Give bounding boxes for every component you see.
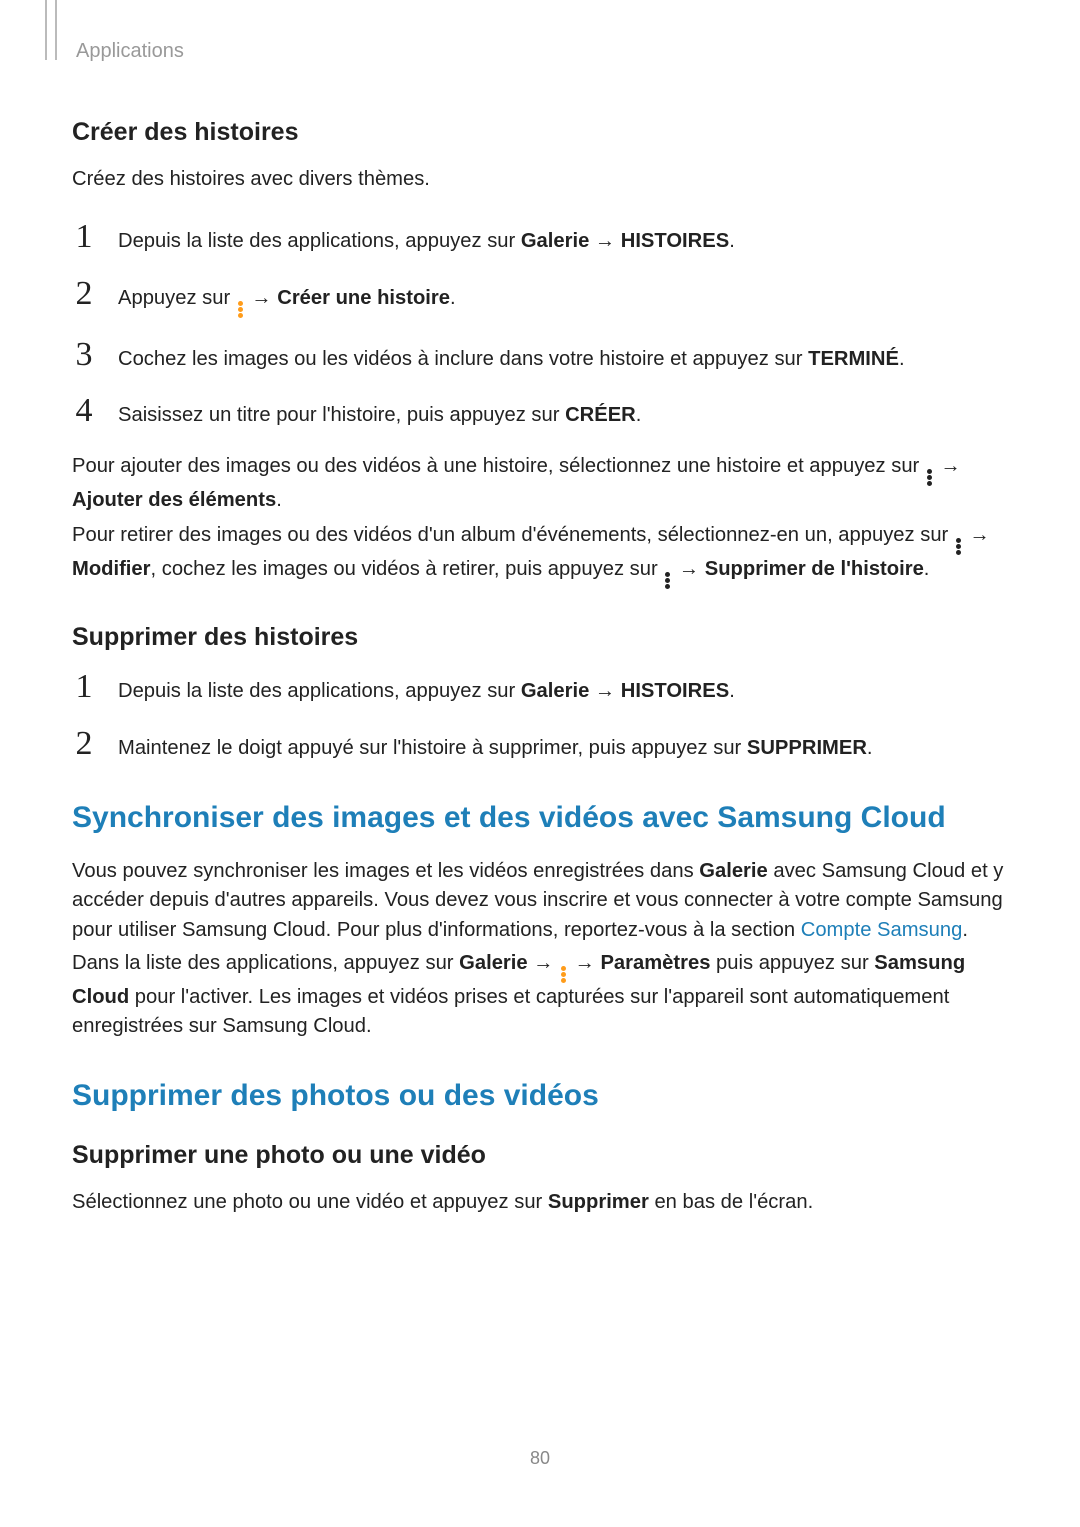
note-remove-elements: Pour retirer des images ou des vidéos d'… (72, 521, 1008, 589)
step-text: Cochez les images ou les vidéos à inclur… (118, 344, 905, 374)
arrow: → (569, 952, 600, 974)
intro-create-stories: Créez des histoires avec divers thèmes. (72, 165, 1008, 194)
step-text: Maintenez le doigt appuyé sur l'histoire… (118, 733, 873, 763)
tab-histoires: HISTOIRES (621, 680, 729, 702)
text: . (636, 404, 642, 426)
step-number: 2 (72, 277, 96, 311)
step-text: Depuis la liste des applications, appuye… (118, 676, 735, 706)
app-galerie: Galerie (521, 680, 589, 702)
step-item: 3 Cochez les images ou les vidéos à incl… (72, 338, 1008, 374)
app-galerie: Galerie (459, 952, 527, 974)
text: Sélectionnez une photo ou une vidéo et a… (72, 1191, 548, 1213)
text: . (450, 287, 456, 309)
note-add-elements: Pour ajouter des images ou des vidéos à … (72, 452, 1008, 515)
page-number: 80 (0, 1448, 1080, 1469)
text: en bas de l'écran. (649, 1191, 813, 1213)
text: Vous pouvez synchroniser les images et l… (72, 860, 699, 882)
text: Saisissez un titre pour l'histoire, puis… (118, 404, 565, 426)
sync-paragraph-2: Dans la liste des applications, appuyez … (72, 949, 1008, 1042)
step-item: 2 Maintenez le doigt appuyé sur l'histoi… (72, 727, 1008, 763)
step-text: Depuis la liste des applications, appuye… (118, 226, 735, 256)
button-delete: Supprimer (548, 1191, 649, 1213)
step-item: 4 Saisissez un titre pour l'histoire, pu… (72, 394, 1008, 430)
menu-settings: Paramètres (600, 952, 710, 974)
arrow: → (589, 680, 620, 702)
app-galerie: Galerie (521, 230, 589, 252)
text: Depuis la liste des applications, appuye… (118, 230, 521, 252)
tab-histoires: HISTOIRES (621, 230, 729, 252)
text: . (729, 680, 735, 702)
menu-add-items: Ajouter des éléments (72, 489, 276, 511)
menu-edit: Modifier (72, 558, 151, 580)
header-decoration (45, 0, 57, 60)
step-number: 2 (72, 727, 96, 761)
text: . (276, 489, 282, 511)
text: . (729, 230, 735, 252)
text: . (867, 737, 873, 759)
more-options-icon (238, 301, 244, 318)
step-item: 2 Appuyez sur → Créer une histoire. (72, 277, 1008, 318)
link-compte-samsung[interactable]: Compte Samsung (801, 919, 963, 941)
arrow: → (589, 230, 620, 252)
text: puis appuyez sur (710, 952, 874, 974)
sync-paragraph-1: Vous pouvez synchroniser les images et l… (72, 857, 1008, 945)
step-text: Appuyez sur → Créer une histoire. (118, 283, 456, 318)
button-create: CRÉER (565, 404, 636, 426)
menu-delete-from-story: Supprimer de l'histoire (705, 558, 924, 580)
app-galerie: Galerie (699, 860, 767, 882)
steps-create-stories: 1 Depuis la liste des applications, appu… (72, 220, 1008, 430)
more-options-icon (956, 538, 962, 555)
text: Maintenez le doigt appuyé sur l'histoire… (118, 737, 747, 759)
arrow: → (935, 455, 961, 477)
more-options-icon (665, 572, 671, 589)
step-number: 3 (72, 338, 96, 372)
text: Appuyez sur (118, 287, 236, 309)
text: pour l'activer. Les images et vidéos pri… (72, 986, 949, 1037)
document-page: Applications Créer des histoires Créez d… (0, 0, 1080, 1527)
text: , cochez les images ou vidéos à retirer,… (151, 558, 664, 580)
subsection-heading-delete-one: Supprimer une photo ou une vidéo (72, 1141, 1008, 1170)
section-heading-sync: Synchroniser des images et des vidéos av… (72, 801, 1008, 835)
step-item: 1 Depuis la liste des applications, appu… (72, 670, 1008, 706)
text: . (899, 348, 905, 370)
section-heading-delete-media: Supprimer des photos ou des vidéos (72, 1079, 1008, 1113)
more-options-icon (561, 966, 567, 983)
step-number: 1 (72, 670, 96, 704)
button-done: TERMINÉ (808, 348, 899, 370)
arrow: → (673, 558, 704, 580)
step-number: 1 (72, 220, 96, 254)
text: Cochez les images ou les vidéos à inclur… (118, 348, 808, 370)
menu-create-story: Créer une histoire (277, 287, 450, 309)
step-item: 1 Depuis la liste des applications, appu… (72, 220, 1008, 256)
text: Pour ajouter des images ou des vidéos à … (72, 455, 925, 477)
section-heading-create-stories: Créer des histoires (72, 118, 1008, 147)
arrow: → (964, 524, 990, 546)
delete-media-paragraph: Sélectionnez une photo ou une vidéo et a… (72, 1188, 1008, 1217)
section-heading-delete-stories: Supprimer des histoires (72, 623, 1008, 652)
steps-delete-stories: 1 Depuis la liste des applications, appu… (72, 670, 1008, 763)
step-text: Saisissez un titre pour l'histoire, puis… (118, 400, 641, 430)
text: Depuis la liste des applications, appuye… (118, 680, 521, 702)
text: . (962, 919, 968, 941)
text: Pour retirer des images ou des vidéos d'… (72, 524, 954, 546)
button-delete: SUPPRIMER (747, 737, 867, 759)
text: Dans la liste des applications, appuyez … (72, 952, 459, 974)
arrow: → (528, 952, 559, 974)
more-options-icon (927, 469, 933, 486)
arrow: → (246, 287, 277, 309)
step-number: 4 (72, 394, 96, 428)
text: . (924, 558, 930, 580)
chapter-title: Applications (76, 40, 1008, 63)
